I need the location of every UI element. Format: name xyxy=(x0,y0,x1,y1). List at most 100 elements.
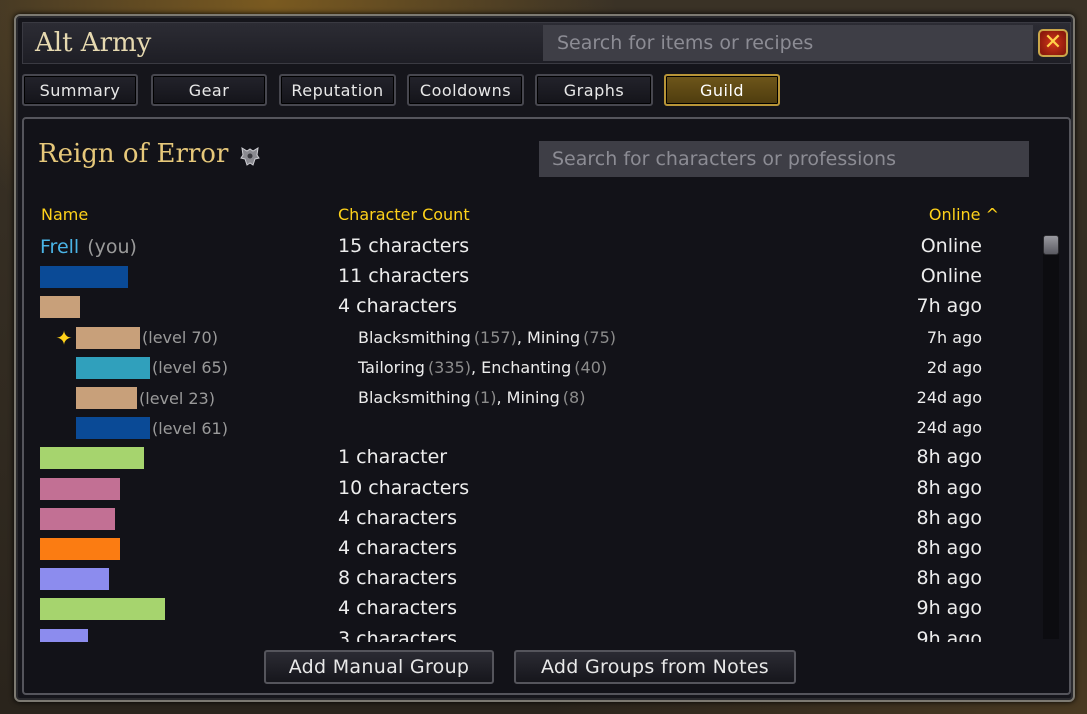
add-manual-group-button[interactable]: Add Manual Group xyxy=(264,650,494,684)
redacted-name-bar xyxy=(40,507,115,530)
alt-character-row[interactable]: (level 61) 24d ago xyxy=(24,413,1044,443)
redacted-name-bar xyxy=(40,538,120,560)
guild-member-row[interactable]: 11 characters Online xyxy=(24,262,1044,292)
name-cell xyxy=(40,295,80,319)
member-list: Frell (you) 15 characters Online 11 characte… xyxy=(24,232,1044,642)
guild-member-row[interactable]: 4 characters 8h ago xyxy=(24,534,1044,564)
last-online: Online xyxy=(920,265,982,288)
redacted-name-bar xyxy=(76,387,137,409)
character-count: 10 characters xyxy=(338,476,470,499)
alt-character-row[interactable]: ✦ (level 70) Blacksmithing (157), Mining (75… xyxy=(24,323,1044,353)
guild-member-row[interactable]: 4 characters 7h ago xyxy=(24,292,1044,322)
title-bar[interactable]: Alt Army ✕ xyxy=(22,22,1071,64)
profession-level: (40) xyxy=(574,357,608,377)
profession-level: (157) xyxy=(473,327,517,347)
profession-level: (1) xyxy=(473,388,497,407)
name-cell: (level 61) xyxy=(54,416,228,440)
member-search-input[interactable] xyxy=(539,141,1029,177)
redacted-name-bar xyxy=(40,266,128,289)
professions: Blacksmithing (157), Mining (75) xyxy=(358,328,616,347)
guild-member-row[interactable]: Frell (you) 15 characters Online xyxy=(24,232,1044,262)
name-cell xyxy=(40,567,109,591)
separator: , xyxy=(496,388,507,407)
character-count: 4 characters xyxy=(338,537,458,559)
character-level: (level 65) xyxy=(152,358,228,378)
name-cell: ✦ (level 70) xyxy=(54,326,218,350)
redacted-name-bar xyxy=(76,326,140,349)
guild-member-row[interactable]: 10 characters 8h ago xyxy=(24,474,1044,504)
last-online: 8h ago xyxy=(916,537,983,559)
guild-name: Reign of Error xyxy=(38,139,229,169)
name-cell xyxy=(40,507,115,531)
tab-graphs[interactable]: Graphs xyxy=(535,74,653,106)
last-online: 24d ago xyxy=(916,418,982,438)
name-cell xyxy=(40,628,88,642)
last-online: 7h ago xyxy=(916,295,983,318)
column-header-name[interactable]: Name xyxy=(41,205,88,224)
character-count: 11 characters xyxy=(338,265,470,288)
name-cell: (level 65) xyxy=(54,356,228,380)
name-cell xyxy=(40,446,144,470)
character-count: 4 characters xyxy=(338,506,458,529)
profession-level: (335) xyxy=(427,357,471,377)
close-icon: ✕ xyxy=(1043,30,1063,55)
separator: , xyxy=(470,357,482,377)
column-header-online[interactable]: Online ^ xyxy=(929,205,999,224)
scroll-thumb[interactable] xyxy=(1043,235,1059,255)
name-cell: Frell (you) xyxy=(40,235,137,259)
last-online: 8h ago xyxy=(916,476,983,499)
last-online: 8h ago xyxy=(916,506,983,529)
guild-crest-icon xyxy=(240,147,260,166)
last-online: 9h ago xyxy=(916,597,983,620)
add-groups-from-notes-button[interactable]: Add Groups from Notes xyxy=(514,650,796,684)
last-online: 24d ago xyxy=(916,388,982,407)
profession-name: Mining xyxy=(506,388,560,407)
separator: , xyxy=(516,327,528,347)
alt-army-window: Alt Army ✕ Summary Gear Reputation Coold… xyxy=(14,14,1075,702)
name-cell xyxy=(40,265,128,289)
profession-level: (75) xyxy=(583,327,616,347)
item-search-input[interactable] xyxy=(543,25,1033,61)
redacted-name-bar xyxy=(76,417,150,440)
guild-member-row[interactable]: 4 characters 8h ago xyxy=(24,504,1044,534)
guild-member-row[interactable]: 4 characters 9h ago xyxy=(24,594,1044,624)
column-header-count[interactable]: Character Count xyxy=(338,205,470,224)
guild-member-row[interactable]: 1 character 8h ago xyxy=(24,443,1044,473)
alt-character-row[interactable]: (level 23) Blacksmithing (1), Mining (8) 24d… xyxy=(24,383,1044,413)
profession-name: Blacksmithing xyxy=(358,327,471,347)
last-online: 8h ago xyxy=(916,446,983,469)
guild-member-row[interactable]: 8 characters 8h ago xyxy=(24,564,1044,594)
last-online: 9h ago xyxy=(916,627,983,642)
character-count: 4 characters xyxy=(338,597,458,620)
character-count: 3 characters xyxy=(338,627,458,642)
redacted-name-bar xyxy=(40,568,109,591)
name-cell xyxy=(40,477,120,501)
tab-gear[interactable]: Gear xyxy=(151,74,267,106)
guild-panel: Reign of Error Name Character Count Onli… xyxy=(22,117,1071,695)
redacted-name-bar xyxy=(40,598,165,621)
tab-reputation[interactable]: Reputation xyxy=(279,74,396,106)
profession-name: Mining xyxy=(527,327,581,347)
close-button[interactable]: ✕ xyxy=(1038,29,1068,57)
professions: Blacksmithing (1), Mining (8) xyxy=(358,388,585,407)
name-cell: (level 23) xyxy=(54,386,215,410)
character-count: 8 characters xyxy=(338,567,458,590)
professions: Tailoring (335), Enchanting (40) xyxy=(358,358,607,377)
app-title: Alt Army xyxy=(35,28,152,58)
profession-name: Enchanting xyxy=(481,357,572,377)
you-tag: (you) xyxy=(87,236,137,258)
name-cell xyxy=(40,597,165,621)
redacted-name-bar xyxy=(40,447,144,470)
character-name: Frell xyxy=(40,236,80,258)
tab-guild[interactable]: Guild xyxy=(664,74,780,106)
tab-cooldowns[interactable]: Cooldowns xyxy=(407,74,524,106)
tab-summary[interactable]: Summary xyxy=(22,74,138,106)
last-online: 7h ago xyxy=(926,327,982,347)
character-count: 4 characters xyxy=(338,295,458,318)
character-level: (level 61) xyxy=(152,418,228,438)
scrollbar[interactable] xyxy=(1043,235,1059,639)
alt-character-row[interactable]: (level 65) Tailoring (335), Enchanting (40)… xyxy=(24,353,1044,383)
name-cell xyxy=(40,537,120,561)
guild-member-row[interactable]: 3 characters 9h ago xyxy=(24,625,1044,642)
character-count: 15 characters xyxy=(338,235,470,257)
